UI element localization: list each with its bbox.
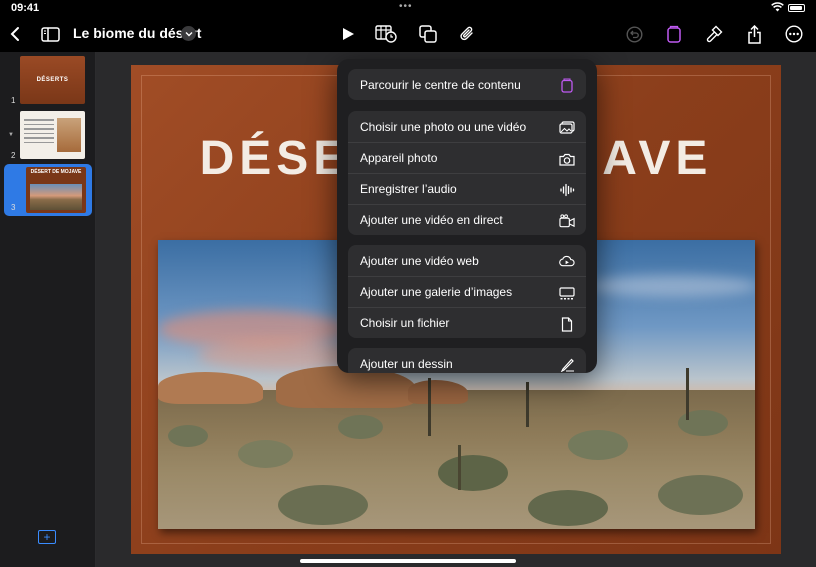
menu-item-live-video[interactable]: Ajouter une vidéo en direct bbox=[348, 204, 586, 235]
toolbar: Le biome du désert bbox=[0, 16, 816, 52]
slide-navigator: DÉSERTS 1 ▼ 2 DÉSERT DE MOJAVE 3 + bbox=[0, 52, 96, 567]
menu-item-label: Parcourir le centre de contenu bbox=[360, 77, 521, 92]
menu-item-choose-file[interactable]: Choisir un fichier bbox=[348, 307, 586, 338]
shapes-icon[interactable] bbox=[417, 16, 439, 52]
thumbnail-title: DÉSERTS bbox=[36, 77, 69, 83]
menu-group-media: Choisir une photo ou une vidéo Appareil … bbox=[348, 111, 586, 235]
menu-item-label: Ajouter une galerie d’images bbox=[360, 285, 513, 299]
disclosure-triangle-icon[interactable]: ▼ bbox=[8, 132, 14, 138]
slide-number: 2 bbox=[11, 151, 16, 160]
insert-media-menu: Parcourir le centre de contenu Choisir u… bbox=[337, 59, 597, 373]
waveform-icon bbox=[559, 182, 575, 198]
wifi-icon bbox=[771, 2, 784, 15]
gallery-icon bbox=[559, 285, 575, 301]
menu-item-image-gallery[interactable]: Ajouter une galerie d’images bbox=[348, 276, 586, 307]
share-icon[interactable] bbox=[744, 16, 764, 52]
sidebar-icon[interactable] bbox=[40, 16, 60, 52]
menu-item-label: Ajouter une vidéo en direct bbox=[360, 213, 503, 227]
thumbnail-image bbox=[30, 184, 82, 210]
chevron-left-icon[interactable] bbox=[6, 16, 24, 52]
menu-group-content: Parcourir le centre de contenu bbox=[348, 69, 586, 100]
photo-icon bbox=[559, 119, 575, 135]
pencil-draw-icon bbox=[559, 356, 575, 372]
thumbnail-image bbox=[57, 118, 81, 152]
slide-title-right: AVE bbox=[602, 132, 713, 185]
menu-item-web-video[interactable]: Ajouter une vidéo web bbox=[348, 245, 586, 276]
format-brush-icon[interactable] bbox=[703, 16, 725, 52]
play-icon[interactable] bbox=[339, 16, 357, 52]
undo-icon[interactable] bbox=[624, 16, 644, 52]
menu-item-label: Ajouter un dessin bbox=[360, 356, 453, 371]
slide-thumbnail-3[interactable]: DÉSERT DE MOJAVE bbox=[26, 167, 86, 213]
thumbnail-text-lines bbox=[24, 119, 54, 146]
menu-item-label: Enregistrer l’audio bbox=[360, 182, 457, 196]
status-time: 09:41 bbox=[11, 2, 40, 14]
document-icon bbox=[559, 316, 575, 332]
status-bar: 09:41 ••• bbox=[0, 0, 816, 16]
menu-group-web: Ajouter une vidéo web Ajouter une galeri… bbox=[348, 245, 586, 338]
multitasking-dots[interactable]: ••• bbox=[399, 1, 413, 12]
more-icon[interactable] bbox=[783, 16, 805, 52]
slide-title-left: DÉSE bbox=[199, 132, 351, 185]
menu-item-add-drawing[interactable]: Ajouter un dessin bbox=[348, 348, 586, 373]
slide-thumbnail-1[interactable]: DÉSERTS bbox=[20, 56, 85, 104]
cloud-play-icon bbox=[559, 253, 575, 269]
camera-icon bbox=[559, 151, 575, 167]
menu-item-label: Choisir un fichier bbox=[360, 316, 450, 330]
home-indicator[interactable] bbox=[300, 559, 516, 563]
menu-group-drawing: Ajouter un dessin bbox=[348, 348, 586, 373]
menu-item-content-hub[interactable]: Parcourir le centre de contenu bbox=[348, 69, 586, 100]
content-hub-icon bbox=[559, 77, 575, 93]
content-hub-icon[interactable] bbox=[664, 16, 684, 52]
thumbnail-title: DÉSERT DE MOJAVE bbox=[30, 169, 82, 175]
menu-item-choose-photo[interactable]: Choisir une photo ou une vidéo bbox=[348, 111, 586, 142]
battery-icon bbox=[788, 4, 805, 12]
menu-item-label: Choisir une photo ou une vidéo bbox=[360, 119, 527, 134]
slide-number: 1 bbox=[11, 96, 16, 105]
paperclip-icon[interactable] bbox=[457, 16, 477, 52]
plus-square-icon[interactable]: + bbox=[38, 530, 56, 544]
table-clock-icon[interactable] bbox=[374, 16, 398, 52]
slide-number: 3 bbox=[11, 203, 16, 212]
menu-item-camera[interactable]: Appareil photo bbox=[348, 142, 586, 173]
slide-thumbnail-2[interactable] bbox=[20, 111, 85, 159]
menu-item-label: Appareil photo bbox=[360, 151, 438, 165]
menu-item-record-audio[interactable]: Enregistrer l’audio bbox=[348, 173, 586, 204]
chevron-down-icon[interactable] bbox=[181, 26, 196, 41]
menu-item-label: Ajouter une vidéo web bbox=[360, 253, 479, 268]
live-video-icon bbox=[559, 213, 575, 229]
